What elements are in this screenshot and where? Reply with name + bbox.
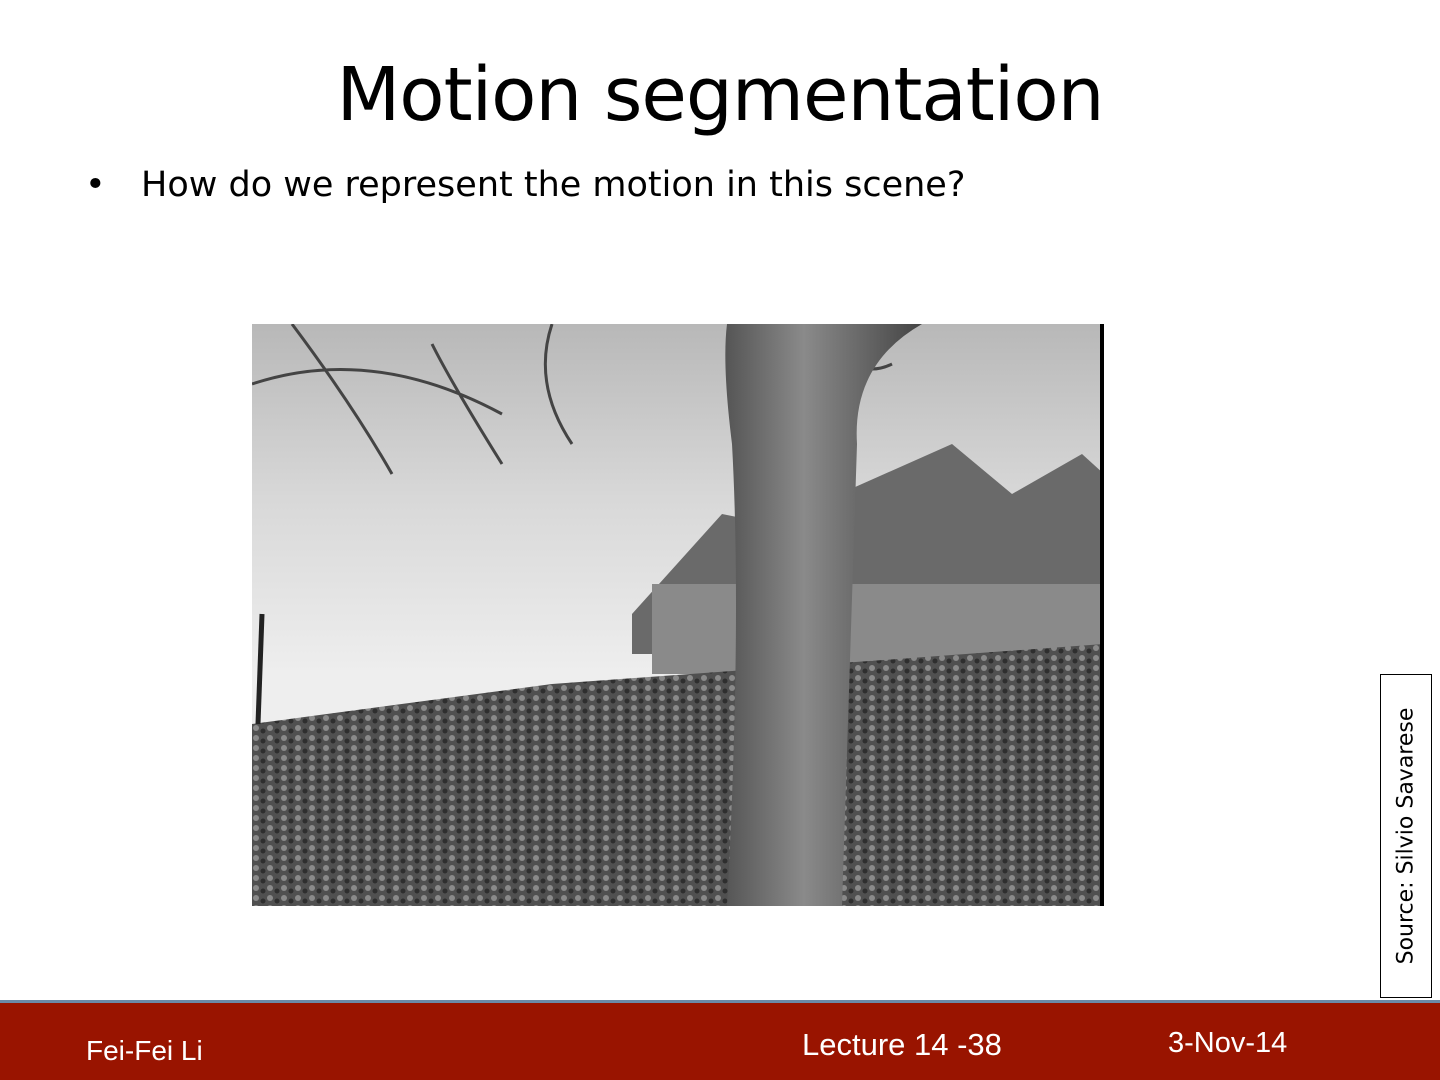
- bullet-item: • How do we represent the motion in this…: [85, 165, 965, 205]
- footer-lecture: Lecture 14 -38: [802, 1027, 1002, 1062]
- slide-title: Motion segmentation: [336, 52, 1104, 138]
- footer-date: 3-Nov-14: [1168, 1027, 1288, 1059]
- bullet-text: How do we represent the motion in this s…: [141, 165, 966, 205]
- footer-bar: Fei-Fei Li Lecture 14 -38 3-Nov-14: [0, 1000, 1440, 1080]
- bullet-marker: •: [85, 165, 106, 205]
- source-text: Source: Silvio Savarese: [1393, 707, 1419, 965]
- footer-author: Fei-Fei Li: [86, 1035, 203, 1066]
- source-note: Source: Silvio Savarese: [1380, 674, 1432, 998]
- scene-photo: [252, 324, 1104, 906]
